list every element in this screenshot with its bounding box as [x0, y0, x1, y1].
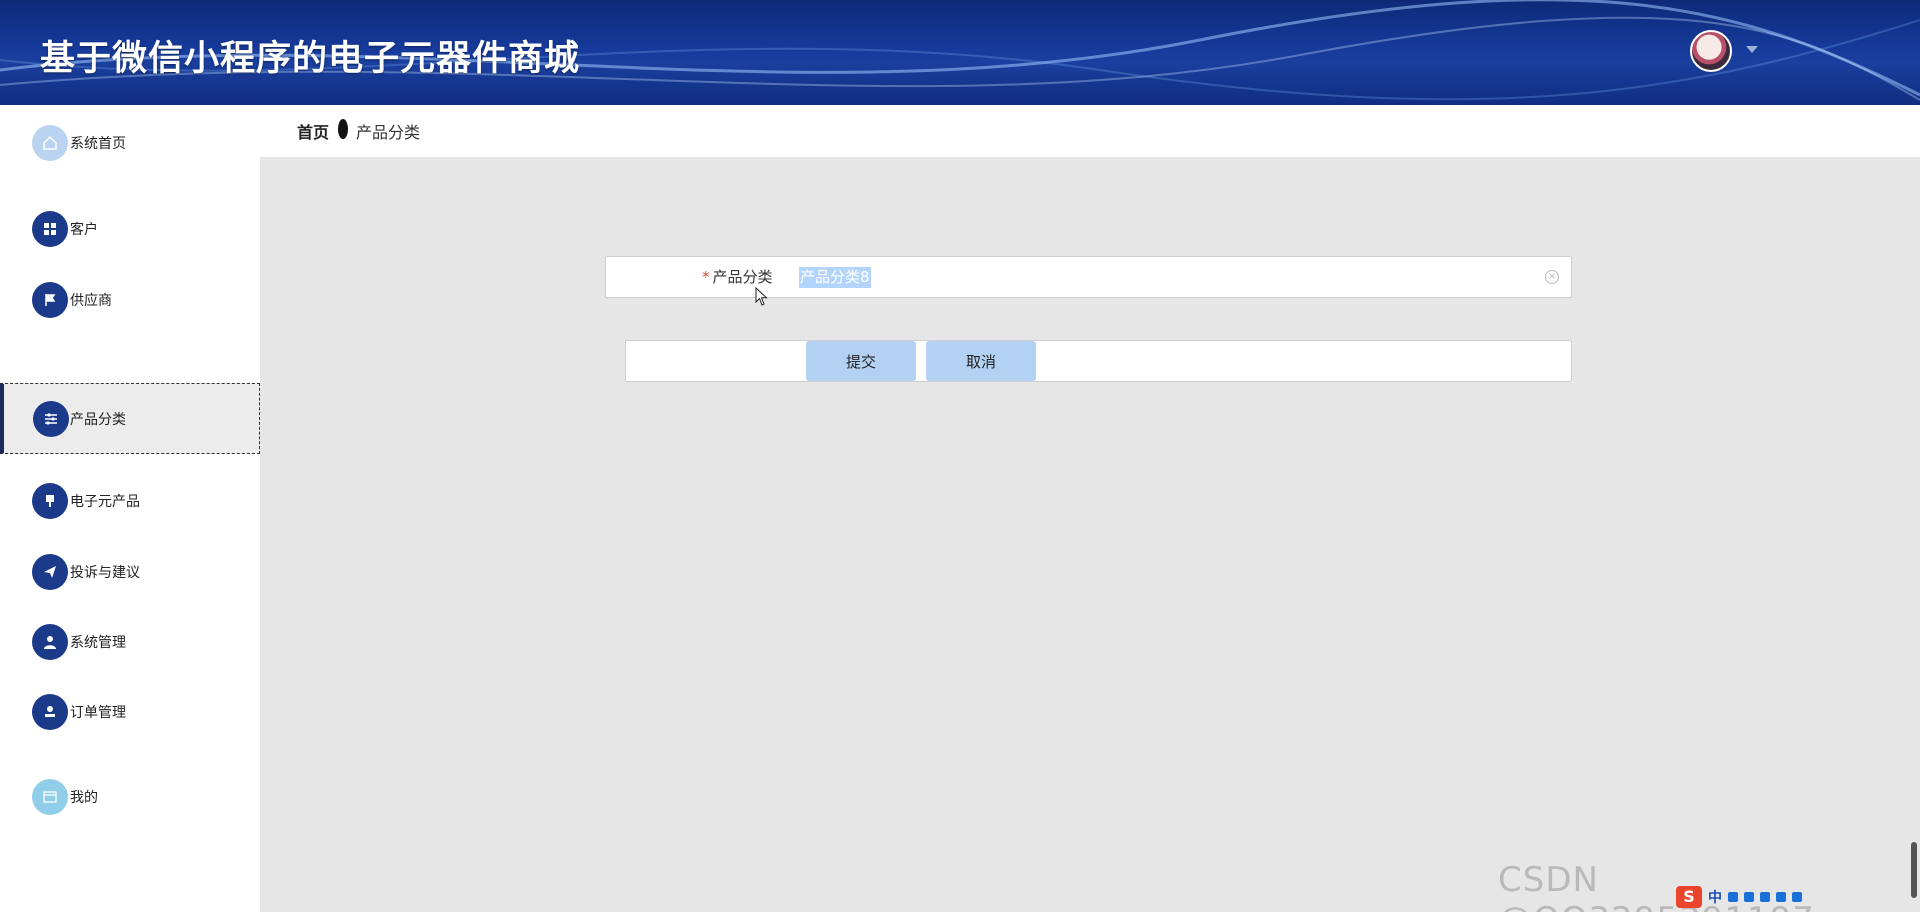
sidebar-item-label: 产品分类 — [70, 411, 126, 428]
clear-icon[interactable]: × — [1545, 270, 1559, 284]
sidebar-item-order-management[interactable]: 订单管理 — [0, 677, 260, 747]
category-input[interactable] — [796, 266, 1496, 290]
app-title: 基于微信小程序的电子元器件商城 — [40, 39, 581, 79]
sidebar-item-home[interactable]: 系统首页 — [0, 108, 260, 178]
sidebar-item-label: 订单管理 — [70, 705, 126, 721]
sidebar: 系统首页 客户 供应商 产品分类 电子元产品 投诉与建议 系统管理 订单管理 我… — [0, 105, 260, 912]
microphone-icon[interactable] — [1744, 892, 1754, 902]
sidebar-item-label: 投诉与建议 — [70, 565, 140, 581]
cancel-button[interactable]: 取消 — [926, 341, 1036, 381]
breadcrumb: 首页 产品分类 — [260, 105, 1920, 157]
sidebar-item-electronic-products[interactable]: 电子元产品 — [0, 466, 260, 536]
scrollbar-thumb[interactable] — [1911, 842, 1917, 898]
send-icon — [32, 554, 68, 590]
sidebar-item-mine[interactable]: 我的 — [0, 762, 260, 832]
sidebar-item-complaints[interactable]: 投诉与建议 — [0, 537, 260, 607]
submit-button[interactable]: 提交 — [806, 341, 916, 381]
keyboard-icon[interactable] — [1760, 892, 1770, 902]
app-header: 基于微信小程序的电子元器件商城 — [0, 0, 1920, 105]
sidebar-item-customers[interactable]: 客户 — [0, 194, 260, 264]
brush-icon — [32, 483, 68, 519]
breadcrumb-separator-icon — [338, 119, 348, 139]
category-label-text: 产品分类 — [712, 268, 773, 286]
ime-punctuation-icon[interactable] — [1728, 892, 1738, 902]
category-form-item: *产品分类 产品分类8 × — [605, 256, 1572, 298]
sidebar-item-label: 我的 — [70, 790, 98, 806]
required-mark: * — [702, 268, 710, 286]
sidebar-item-label: 供应商 — [70, 293, 112, 309]
category-input-selected-text: 产品分类8 — [799, 267, 871, 288]
home-icon — [32, 125, 68, 161]
user-avatar[interactable] — [1690, 30, 1732, 72]
sidebar-item-product-category[interactable]: 产品分类 — [0, 383, 260, 454]
stamp-icon — [32, 694, 68, 730]
skin-icon[interactable] — [1776, 892, 1786, 902]
ime-mode-indicator[interactable]: 中 — [1708, 887, 1722, 907]
flag-icon — [32, 282, 68, 318]
ime-toolbar: S 中 — [1672, 885, 1882, 909]
grid-icon — [32, 211, 68, 247]
sidebar-item-label: 电子元产品 — [70, 494, 140, 510]
toolbox-icon[interactable] — [1792, 892, 1802, 902]
breadcrumb-home-link[interactable]: 首页 — [297, 119, 329, 143]
sidebar-item-suppliers[interactable]: 供应商 — [0, 265, 260, 335]
user-icon — [32, 624, 68, 660]
chevron-down-icon[interactable] — [1746, 46, 1758, 53]
sidebar-item-label: 客户 — [70, 222, 98, 238]
sidebar-item-system-management[interactable]: 系统管理 — [0, 607, 260, 677]
ime-logo-icon[interactable]: S — [1676, 886, 1702, 908]
form-actions: 提交 取消 — [625, 340, 1572, 382]
sidebar-item-label: 系统首页 — [70, 136, 126, 152]
card-icon — [32, 779, 68, 815]
sliders-icon — [33, 400, 69, 437]
category-field-label: * 产品分类 — [702, 266, 773, 287]
mouse-cursor-icon — [755, 287, 768, 306]
breadcrumb-current: 产品分类 — [356, 123, 421, 142]
sidebar-item-label: 系统管理 — [70, 635, 126, 651]
